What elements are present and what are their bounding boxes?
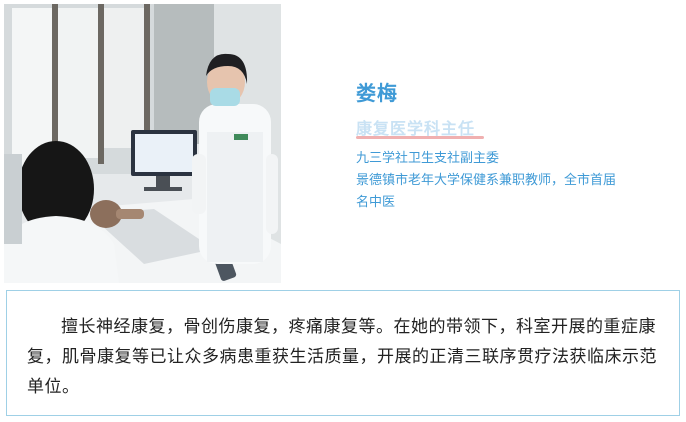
role-line: 九三学社卫生支社副主委: [356, 151, 500, 166]
doctor-roles: 九三学社卫生支社副主委 景德镇市老年大学保健系兼职教师，全市首届 名中医: [356, 148, 674, 214]
role-line: 名中医: [356, 195, 396, 210]
title-underline: [356, 136, 484, 139]
description-box: 擅长神经康复，骨创伤康复，疼痛康复等。在她的带领下，科室开展的重症康复，肌骨康复…: [6, 290, 680, 416]
profile-info: 娄梅 康复医学科主任 九三学社卫生支社副主委 景德镇市老年大学保健系兼职教师，全…: [356, 0, 682, 284]
description-text: 擅长神经康复，骨创伤康复，疼痛康复等。在她的带领下，科室开展的重症康复，肌骨康复…: [27, 317, 657, 397]
doctor-photo: [4, 4, 281, 283]
doctor-name: 娄梅: [356, 81, 398, 105]
role-line: 景德镇市老年大学保健系兼职教师，全市首届: [356, 173, 617, 188]
